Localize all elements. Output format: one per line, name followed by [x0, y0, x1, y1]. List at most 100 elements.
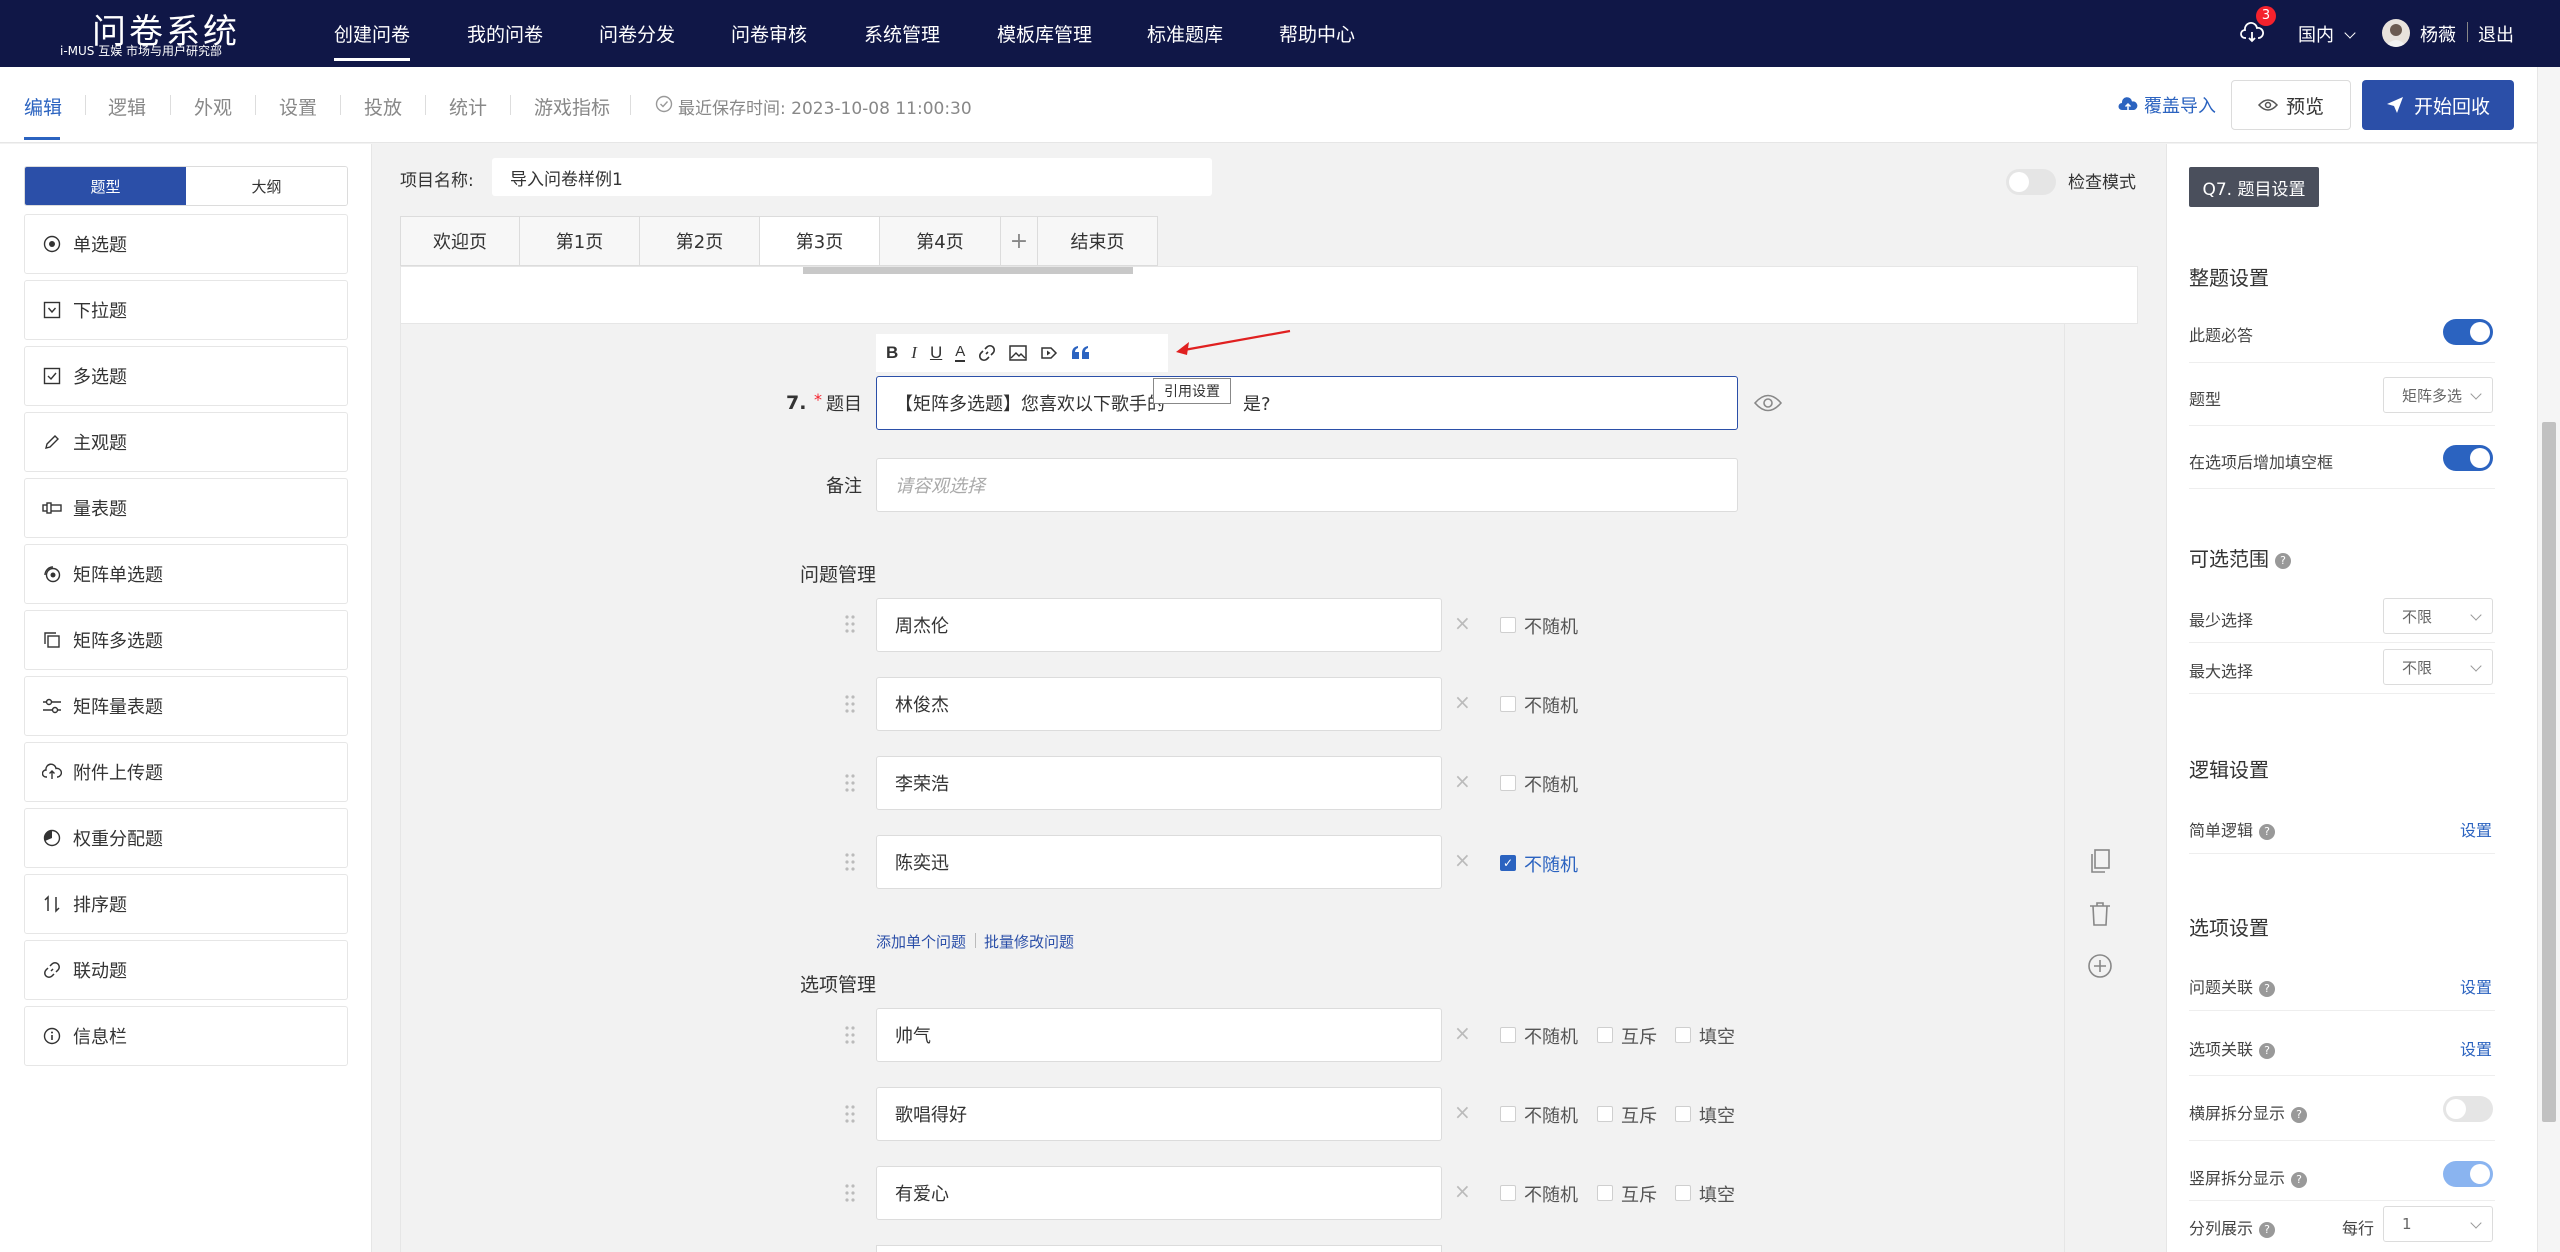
qtype-matrix-scale[interactable]: 矩阵量表题 — [24, 676, 348, 736]
tab-page-2[interactable]: 第2页 — [639, 216, 760, 266]
tab-statistics[interactable]: 统计 — [449, 93, 487, 120]
tab-page-3[interactable]: 第3页 — [759, 216, 880, 266]
exclusive-checkbox[interactable] — [1597, 1185, 1613, 1201]
drag-handle-icon[interactable] — [844, 694, 856, 714]
help-icon[interactable]: ? — [2259, 1042, 2276, 1059]
hyperlink-icon[interactable] — [978, 344, 996, 362]
nav-item-my-surveys[interactable]: 我的问卷 — [467, 20, 543, 47]
tab-game-metrics[interactable]: 游戏指标 — [534, 93, 610, 120]
tab-edit[interactable]: 编辑 — [24, 93, 62, 120]
option-input[interactable]: 有爱心 — [876, 1166, 1442, 1220]
logout-link[interactable]: 退出 — [2478, 21, 2514, 47]
scrollbar-thumb[interactable] — [2542, 422, 2556, 1122]
qtype-file-upload[interactable]: 附件上传题 — [24, 742, 348, 802]
row-input[interactable]: 李荣浩 — [876, 756, 1442, 810]
qtype-weight[interactable]: 权重分配题 — [24, 808, 348, 868]
drag-handle-icon[interactable] — [844, 1104, 856, 1124]
delete-option-icon[interactable]: × — [1454, 1021, 1471, 1045]
tab-settings[interactable]: 设置 — [279, 93, 317, 120]
per-row-select[interactable]: 1 — [2383, 1206, 2493, 1242]
no-random-checkbox[interactable] — [1500, 1106, 1516, 1122]
add-single-row-link[interactable]: 添加单个问题 — [876, 931, 966, 952]
help-icon[interactable]: ? — [2275, 552, 2291, 569]
drag-handle-icon[interactable] — [844, 773, 856, 793]
question-type-select[interactable]: 矩阵多选 — [2383, 377, 2493, 413]
nav-item-question-bank[interactable]: 标准题库 — [1147, 20, 1223, 47]
no-random-checkbox[interactable]: ✓ — [1500, 855, 1516, 871]
fill-in-checkbox[interactable] — [1675, 1027, 1691, 1043]
start-collection-button[interactable]: 开始回收 — [2362, 80, 2514, 130]
no-random-checkbox[interactable] — [1500, 775, 1516, 791]
qtype-scale[interactable]: 量表题 — [24, 478, 348, 538]
question-title-input[interactable]: 【矩阵多选题】您喜欢以下歌手的 是? — [876, 376, 1738, 430]
avatar[interactable] — [2382, 19, 2410, 47]
max-select-dropdown[interactable]: 不限 — [2383, 649, 2493, 685]
underline-icon[interactable]: U — [930, 343, 942, 363]
drag-handle-icon[interactable] — [844, 852, 856, 872]
tab-appearance[interactable]: 外观 — [194, 93, 232, 120]
image-icon[interactable] — [1009, 345, 1027, 361]
bold-icon[interactable]: B — [886, 343, 898, 363]
add-page-button[interactable]: + — [1000, 216, 1038, 266]
page-scrollbar[interactable] — [2537, 67, 2560, 1252]
copy-icon[interactable] — [2088, 848, 2112, 874]
simple-logic-set-link[interactable]: 设置 — [2460, 817, 2492, 841]
quote-icon[interactable] — [1071, 345, 1091, 361]
help-icon[interactable]: ? — [2259, 1221, 2276, 1238]
qtype-sort[interactable]: 排序题 — [24, 874, 348, 934]
qtype-dropdown[interactable]: 下拉题 — [24, 280, 348, 340]
qtype-info-bar[interactable]: 信息栏 — [24, 1006, 348, 1066]
tab-welcome-page[interactable]: 欢迎页 — [400, 216, 520, 266]
landscape-split-toggle[interactable] — [2443, 1096, 2493, 1122]
font-color-icon[interactable]: A — [955, 344, 966, 362]
portrait-split-toggle[interactable] — [2443, 1161, 2493, 1187]
delete-row-icon[interactable]: × — [1454, 769, 1471, 793]
qtype-subjective[interactable]: 主观题 — [24, 412, 348, 472]
batch-edit-rows-link[interactable]: 批量修改问题 — [984, 931, 1074, 952]
fill-after-option-toggle[interactable] — [2443, 445, 2493, 471]
video-icon[interactable] — [1040, 345, 1058, 361]
delete-row-icon[interactable]: × — [1454, 690, 1471, 714]
option-association-set-link[interactable]: 设置 — [2460, 1036, 2492, 1060]
tab-logic[interactable]: 逻辑 — [108, 93, 146, 120]
delete-row-icon[interactable]: × — [1454, 848, 1471, 872]
min-select-dropdown[interactable]: 不限 — [2383, 598, 2493, 634]
user-name[interactable]: 杨薇 — [2420, 21, 2456, 47]
tab-page-1[interactable]: 第1页 — [519, 216, 640, 266]
tab-end-page[interactable]: 结束页 — [1037, 216, 1158, 266]
row-input[interactable]: 陈奕迅 — [876, 835, 1442, 889]
preview-button[interactable]: 预览 — [2231, 80, 2351, 130]
drag-handle-icon[interactable] — [844, 1025, 856, 1045]
no-random-checkbox[interactable] — [1500, 696, 1516, 712]
toggle-outline[interactable]: 大纲 — [186, 167, 347, 205]
italic-icon[interactable]: I — [911, 343, 917, 363]
region-selector[interactable]: 国内 — [2298, 21, 2356, 47]
qtype-linkage[interactable]: 联动题 — [24, 940, 348, 1000]
row-input[interactable]: 周杰伦 — [876, 598, 1442, 652]
qtype-multiple-choice[interactable]: 多选题 — [24, 346, 348, 406]
delete-option-icon[interactable]: × — [1454, 1179, 1471, 1203]
no-random-checkbox[interactable] — [1500, 1185, 1516, 1201]
nav-item-help[interactable]: 帮助中心 — [1279, 20, 1355, 47]
delete-row-icon[interactable]: × — [1454, 611, 1471, 635]
tab-page-4[interactable]: 第4页 — [879, 216, 1001, 266]
qtype-matrix-single[interactable]: 矩阵单选题 — [24, 544, 348, 604]
cloud-download-icon[interactable] — [2240, 22, 2264, 44]
add-circle-icon[interactable] — [2087, 953, 2113, 979]
row-input[interactable]: 林俊杰 — [876, 677, 1442, 731]
help-icon[interactable]: ? — [2259, 823, 2276, 840]
option-input[interactable]: 帅气 — [876, 1008, 1442, 1062]
no-random-checkbox[interactable] — [1500, 1027, 1516, 1043]
toggle-question-types[interactable]: 题型 — [25, 167, 186, 205]
nav-item-system[interactable]: 系统管理 — [864, 20, 940, 47]
help-icon[interactable]: ? — [2291, 1171, 2308, 1188]
required-toggle[interactable] — [2443, 319, 2493, 345]
trash-icon[interactable] — [2088, 901, 2112, 927]
nav-item-create[interactable]: 创建问卷 — [334, 20, 411, 61]
drag-handle-icon[interactable] — [844, 1183, 856, 1203]
overwrite-import-button[interactable]: 覆盖导入 — [2118, 92, 2216, 118]
fill-in-checkbox[interactable] — [1675, 1185, 1691, 1201]
help-icon[interactable]: ? — [2291, 1106, 2308, 1123]
qtype-matrix-multiple[interactable]: 矩阵多选题 — [24, 610, 348, 670]
horizontal-scrollbar[interactable] — [803, 267, 1133, 274]
